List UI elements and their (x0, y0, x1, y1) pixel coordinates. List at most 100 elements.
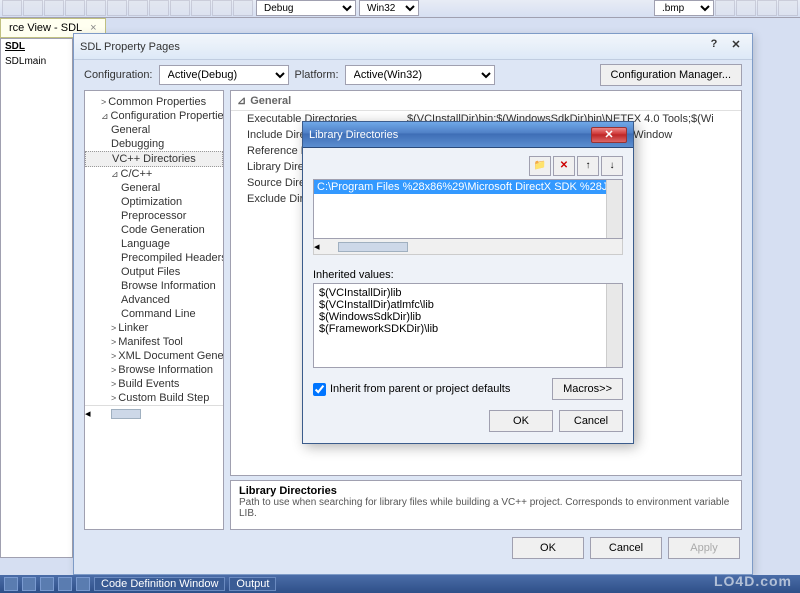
watermark: LO4D.com (714, 573, 792, 589)
tree-item[interactable]: Preprocessor (85, 209, 223, 223)
tree-item[interactable]: Optimization (85, 195, 223, 209)
filetype-dropdown[interactable]: .bmp (654, 0, 714, 16)
toolbar-icon[interactable] (757, 0, 777, 16)
tree-item[interactable]: >XML Document Generator (85, 349, 223, 363)
inherited-value: $(FrameworkSDKDir)\lib (319, 323, 617, 335)
tree-item[interactable]: Output Files (85, 265, 223, 279)
property-description: Library Directories Path to use when sea… (230, 480, 742, 530)
panel-icon[interactable] (76, 577, 90, 591)
bottom-panel-tabs: Code Definition Window Output (0, 575, 800, 593)
toolbar-icon[interactable] (86, 0, 106, 16)
library-directories-dialog: Library Directories ✕ 📁 ✕ ↑ ↓ C:\Program… (302, 121, 634, 444)
tree-item[interactable]: General (85, 181, 223, 195)
platform-select[interactable]: Active(Win32) (345, 65, 495, 85)
panel-icon[interactable] (22, 577, 36, 591)
inherited-label: Inherited values: (313, 269, 623, 281)
tree-item[interactable]: >Common Properties (85, 95, 223, 109)
inherited-value: $(WindowsSdkDir)lib (319, 311, 617, 323)
new-folder-button[interactable]: 📁 (529, 156, 551, 176)
dialog-titlebar[interactable]: SDL Property Pages ? ✕ (74, 34, 752, 60)
toolbar-icon[interactable] (65, 0, 85, 16)
macros-button[interactable]: Macros>> (552, 378, 623, 400)
toolbar-icon[interactable] (107, 0, 127, 16)
tree-item[interactable]: >Build Events (85, 377, 223, 391)
vertical-scrollbar[interactable] (606, 284, 622, 367)
tree-item[interactable]: VC++ Directories (85, 151, 223, 167)
tree-item[interactable]: >Browse Information (85, 363, 223, 377)
vertical-scrollbar[interactable] (606, 180, 622, 238)
tree-item[interactable]: >Linker (85, 321, 223, 335)
toolbar-icon[interactable] (778, 0, 798, 16)
list-toolbar: 📁 ✕ ↑ ↓ (313, 156, 623, 176)
platform-label: Platform: (295, 69, 339, 81)
platform-dropdown[interactable]: Win32 (359, 0, 419, 16)
code-definition-tab[interactable]: Code Definition Window (94, 577, 225, 591)
toolbar-icon[interactable] (212, 0, 232, 16)
selected-path[interactable]: C:\Program Files %28x86%29\Microsoft Dir… (314, 180, 622, 194)
tree-item[interactable]: Command Line (85, 307, 223, 321)
ok-button[interactable]: OK (489, 410, 553, 432)
delete-button[interactable]: ✕ (553, 156, 575, 176)
config-toolbar: Configuration: Active(Debug) Platform: A… (74, 60, 752, 90)
tree-item[interactable]: SDL (1, 39, 72, 54)
move-down-button[interactable]: ↓ (601, 156, 623, 176)
tree-item[interactable]: Precompiled Headers (85, 251, 223, 265)
move-up-button[interactable]: ↑ (577, 156, 599, 176)
horizontal-scrollbar[interactable]: ◂ (85, 405, 223, 421)
tree-item[interactable]: General (85, 123, 223, 137)
tree-item[interactable]: Language (85, 237, 223, 251)
inherited-value: $(VCInstallDir)lib (319, 287, 617, 299)
toolbar-icon[interactable] (233, 0, 253, 16)
panel-icon[interactable] (4, 577, 18, 591)
toolbar-icon[interactable] (149, 0, 169, 16)
config-dropdown[interactable]: Debug (256, 0, 356, 16)
ide-toolbar: Debug Win32 .bmp (0, 0, 800, 18)
toolbar-icon[interactable] (44, 0, 64, 16)
close-icon[interactable]: ✕ (591, 127, 627, 143)
tree-item[interactable]: ⊿Configuration Properties (85, 109, 223, 123)
inherited-listbox: $(VCInstallDir)lib$(VCInstallDir)atlmfc\… (313, 283, 623, 368)
grid-header[interactable]: ⊿General (231, 91, 741, 111)
desc-body: Path to use when searching for library f… (239, 497, 733, 519)
tree-item[interactable]: SDLmain (1, 54, 72, 69)
horizontal-scrollbar[interactable]: ◂ (313, 239, 623, 255)
output-tab[interactable]: Output (229, 577, 276, 591)
property-tree[interactable]: >Common Properties⊿Configuration Propert… (84, 90, 224, 530)
help-icon[interactable]: ? (704, 38, 724, 56)
config-label: Configuration: (84, 69, 153, 81)
toolbar-icon[interactable] (170, 0, 190, 16)
tree-item[interactable]: >Manifest Tool (85, 335, 223, 349)
toolbar-icon[interactable] (715, 0, 735, 16)
toolbar-icon[interactable] (736, 0, 756, 16)
tree-item[interactable]: Debugging (85, 137, 223, 151)
cancel-button[interactable]: Cancel (590, 537, 662, 559)
tree-item[interactable]: Browse Information (85, 279, 223, 293)
tree-item[interactable]: Code Generation (85, 223, 223, 237)
inherit-label[interactable]: Inherit from parent or project defaults (330, 383, 510, 395)
ok-button[interactable]: OK (512, 537, 584, 559)
apply-button[interactable]: Apply (668, 537, 740, 559)
scroll-thumb[interactable] (338, 242, 408, 252)
inherit-checkbox[interactable] (313, 383, 326, 396)
tree-item[interactable]: Advanced (85, 293, 223, 307)
toolbar-icon[interactable] (191, 0, 211, 16)
toolbar-icon[interactable] (2, 0, 22, 16)
config-select[interactable]: Active(Debug) (159, 65, 289, 85)
config-manager-button[interactable]: Configuration Manager... (600, 64, 742, 86)
panel-icon[interactable] (40, 577, 54, 591)
tree-item[interactable]: >Custom Build Step (85, 391, 223, 405)
dialog-title: SDL Property Pages (80, 41, 180, 53)
cancel-button[interactable]: Cancel (559, 410, 623, 432)
panel-icon[interactable] (58, 577, 72, 591)
close-icon[interactable]: ✕ (726, 38, 746, 56)
toolbar-icon[interactable] (128, 0, 148, 16)
tab-label: rce View - SDL (9, 22, 82, 34)
resource-view-panel: SDL SDLmain (0, 38, 73, 558)
inherited-value: $(VCInstallDir)atlmfc\lib (319, 299, 617, 311)
dialog-footer: OK Cancel Apply (74, 530, 752, 566)
toolbar-icon[interactable] (23, 0, 43, 16)
tree-item[interactable]: ⊿C/C++ (85, 167, 223, 181)
dialog-titlebar[interactable]: Library Directories ✕ (303, 122, 633, 148)
dialog-title: Library Directories (309, 129, 398, 141)
directories-listbox[interactable]: C:\Program Files %28x86%29\Microsoft Dir… (313, 179, 623, 239)
